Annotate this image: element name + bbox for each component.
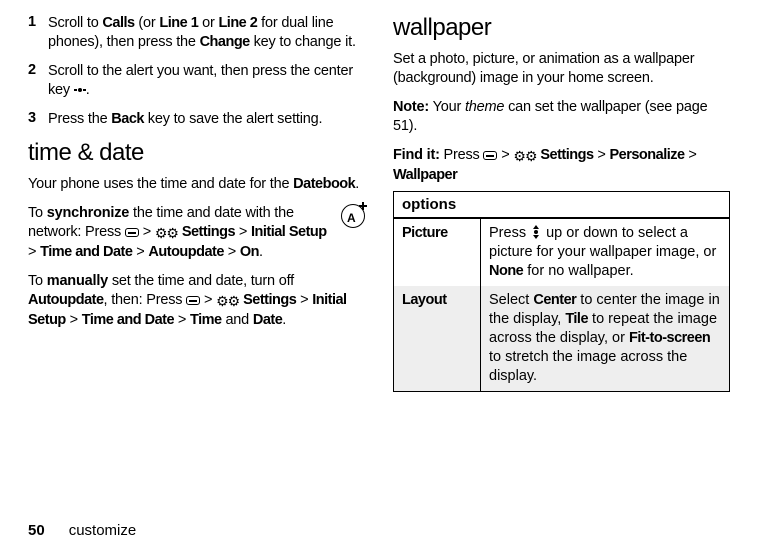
center-key-icon [74,85,86,95]
section-heading-wallpaper: wallpaper [393,14,730,42]
step-item: 3Press the Back key to save the alert se… [28,110,365,129]
synchronize-paragraph: A To synchronize the time and date with … [28,204,365,262]
settings-icon: ⚙⚙ [513,147,536,166]
options-table: options PicturePress up or down to selec… [393,191,730,392]
softkey-icon [483,151,497,160]
accessibility-icon: A [341,204,365,228]
option-description: Select Center to center the image in the… [481,286,730,392]
softkey-icon [125,228,139,237]
page-number: 50 [28,522,45,539]
settings-icon: ⚙⚙ [155,224,178,243]
step-item: 1Scroll to Calls (or Line 1 or Line 2 fo… [28,14,365,52]
settings-icon: ⚙⚙ [216,292,239,311]
right-column: wallpaper Set a photo, picture, or anima… [393,14,730,512]
step-text: Scroll to Calls (or Line 1 or Line 2 for… [48,14,365,52]
option-label: Layout [394,286,481,392]
softkey-icon [186,296,200,305]
two-columns: 1Scroll to Calls (or Line 1 or Line 2 fo… [28,14,730,512]
section-heading-time-date: time & date [28,139,365,167]
left-column: 1Scroll to Calls (or Line 1 or Line 2 fo… [28,14,365,512]
plus-icon [359,202,367,210]
time-date-intro: Your phone uses the time and date for th… [28,175,365,194]
manual-paragraph: To manually set the time and date, turn … [28,272,365,330]
options-header: options [394,192,730,219]
table-row: LayoutSelect Center to center the image … [394,286,730,392]
nav-updown-icon [530,226,542,238]
option-label: Picture [394,218,481,286]
table-row: PicturePress up or down to select a pict… [394,218,730,286]
steps-list: 1Scroll to Calls (or Line 1 or Line 2 fo… [28,14,365,129]
aplus-letter: A [347,212,355,224]
wallpaper-intro: Set a photo, picture, or animation as a … [393,50,730,88]
step-item: 2Scroll to the alert you want, then pres… [28,62,365,100]
find-it-line: Find it: Press > ⚙⚙ Settings > Personali… [393,146,730,185]
step-number: 3 [28,110,48,129]
step-number: 1 [28,14,48,52]
step-number: 2 [28,62,48,100]
manual-page: 1Scroll to Calls (or Line 1 or Line 2 fo… [0,0,758,547]
step-text: Scroll to the alert you want, then press… [48,62,365,100]
page-footer: 50 customize [28,512,730,547]
option-description: Press up or down to select a picture for… [481,218,730,286]
step-text: Press the Back key to save the alert set… [48,110,365,129]
footer-section: customize [69,522,137,539]
wallpaper-note: Note: Your theme can set the wallpaper (… [393,98,730,136]
